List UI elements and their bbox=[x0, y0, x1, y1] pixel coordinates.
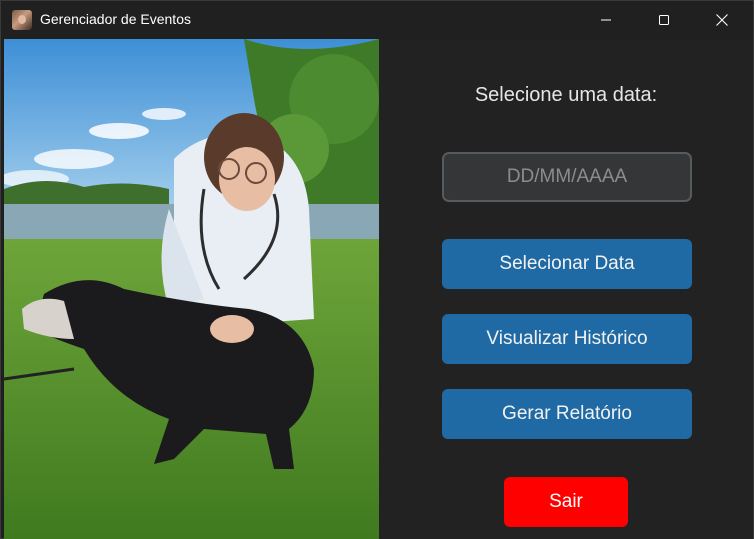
date-prompt: Selecione uma data: bbox=[474, 84, 658, 106]
generate-report-button[interactable]: Gerar Relatório bbox=[442, 389, 692, 439]
select-date-button[interactable]: Selecionar Data bbox=[442, 239, 692, 289]
window-title: Gerenciador de Eventos bbox=[40, 11, 191, 27]
close-button[interactable] bbox=[693, 1, 751, 38]
photo-illustration bbox=[4, 39, 379, 539]
title-bar[interactable]: Gerenciador de Eventos bbox=[1, 1, 753, 38]
app-icon bbox=[12, 10, 32, 30]
control-panel: Selecione uma data: Selecionar Data Visu… bbox=[379, 39, 753, 539]
close-icon bbox=[716, 13, 728, 26]
minimize-icon bbox=[601, 19, 611, 20]
maximize-button[interactable] bbox=[635, 1, 693, 38]
exit-button[interactable]: Sair bbox=[504, 477, 628, 527]
date-input[interactable] bbox=[442, 152, 692, 202]
view-history-button[interactable]: Visualizar Histórico bbox=[442, 314, 692, 364]
photo-image bbox=[4, 39, 379, 539]
maximize-icon bbox=[659, 14, 669, 25]
app-window: Gerenciador de Eventos Selecione uma dat… bbox=[0, 0, 754, 539]
minimize-button[interactable] bbox=[577, 1, 635, 38]
